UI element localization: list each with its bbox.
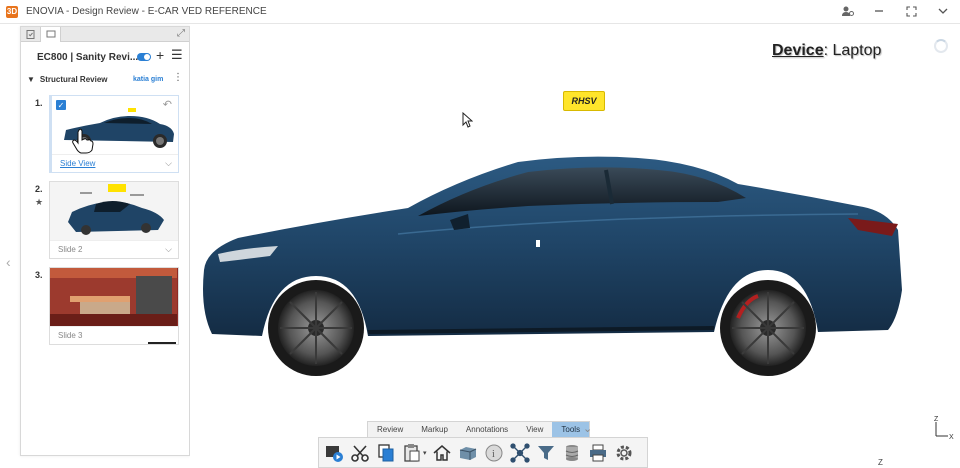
slide-footer: Slide 2 ⌵ <box>50 240 178 258</box>
fullscreen-icon[interactable] <box>904 4 918 18</box>
copy-icon[interactable] <box>375 442 397 464</box>
svg-text:X: X <box>949 434 954 441</box>
slide-number: 1. <box>35 98 43 108</box>
slide-card[interactable]: Slide 2 ⌵ <box>49 181 179 259</box>
chevron-down-icon[interactable] <box>936 4 950 18</box>
slide-number: 3. <box>35 270 43 280</box>
chevron-down-icon[interactable]: ⌵ <box>165 244 172 255</box>
mouse-pointer-icon <box>462 112 473 128</box>
hand-cursor-icon <box>72 128 94 154</box>
window-controls <box>840 4 950 18</box>
database-icon[interactable] <box>561 442 583 464</box>
car-thumbnail-side <box>64 116 174 148</box>
slides-panel: ⤢ EC800 | Sanity Revi... + ☰ ▼ Structura… <box>20 26 190 456</box>
car-model-3d[interactable] <box>198 150 908 390</box>
gear-icon[interactable] <box>613 442 635 464</box>
action-bar-tabs: Review Markup Annotations View Tools <box>367 421 591 437</box>
tab-slides[interactable] <box>41 26 61 42</box>
tab-markup[interactable]: Markup <box>412 422 457 437</box>
hamburger-menu-icon[interactable]: ☰ <box>171 47 183 63</box>
slide-footer: Slide 3 <box>50 326 178 344</box>
tab-annotations[interactable]: Annotations <box>457 422 517 437</box>
slide-label[interactable]: Side View <box>60 159 95 168</box>
home-icon[interactable] <box>431 442 453 464</box>
device-label: Device: Laptop <box>772 42 882 59</box>
tab-review-list[interactable] <box>21 26 41 42</box>
slide-thumbnail[interactable] <box>50 182 178 240</box>
collapse-actionbar-icon[interactable]: ⌄ <box>583 422 592 435</box>
paste-icon[interactable] <box>401 442 423 464</box>
info-icon[interactable]: i <box>483 442 505 464</box>
render-icon[interactable] <box>323 442 345 464</box>
corner-mark: Z <box>878 458 883 467</box>
tab-view[interactable]: View <box>517 422 552 437</box>
annotation-tag[interactable]: RHSV <box>563 91 605 111</box>
3d-viewport[interactable]: Device: Laptop RHSV Z X <box>190 24 960 468</box>
review-owner-link[interactable]: katia gim <box>133 76 163 83</box>
axis-triad-icon: Z X <box>934 416 954 441</box>
print-icon[interactable] <box>587 442 609 464</box>
scroll-indicator[interactable] <box>148 342 176 344</box>
slide-thumbnail[interactable]: ✓ ↶ <box>52 96 178 154</box>
panel-tabs: ⤢ <box>21 26 189 42</box>
title-bar: 3D ENOVIA - Design Review - E-CAR VED RE… <box>0 0 960 24</box>
network-icon[interactable] <box>509 442 531 464</box>
slide-label[interactable]: Slide 2 <box>58 245 82 254</box>
review-session-title: EC800 | Sanity Revi... <box>37 51 139 63</box>
slide-card-active[interactable]: ✓ ↶ Side View ⌵ <box>49 95 179 173</box>
panel-header: EC800 | Sanity Revi... + ☰ <box>21 44 189 70</box>
add-slide-icon[interactable]: + <box>156 47 164 63</box>
svg-text:i: i <box>492 449 495 460</box>
filter-icon[interactable] <box>535 442 557 464</box>
expand-panel-icon[interactable]: ⤢ <box>177 28 185 39</box>
slide-number: 2. <box>35 184 43 194</box>
slide-card[interactable]: Slide 3 <box>49 267 179 345</box>
user-settings-icon[interactable] <box>840 4 854 18</box>
cube-icon[interactable] <box>457 442 479 464</box>
slide-thumbnail[interactable] <box>50 268 178 326</box>
car-thumbnail-iso <box>68 201 164 235</box>
slide-label[interactable]: Slide 3 <box>58 331 82 340</box>
tab-review[interactable]: Review <box>368 422 412 437</box>
svg-text:Z: Z <box>934 416 939 423</box>
collapse-left-icon[interactable]: ‹ <box>6 254 11 270</box>
review-group-header[interactable]: ▼ Structural Review katia gim ⋮ <box>21 70 189 88</box>
more-options-icon[interactable]: ⋮ <box>173 72 183 83</box>
minimize-icon[interactable] <box>872 4 886 18</box>
slide-footer: Side View ⌵ <box>52 154 178 172</box>
loading-spinner-icon <box>934 39 948 53</box>
collapse-triangle-icon[interactable]: ▼ <box>27 75 35 84</box>
review-name: Structural Review <box>39 74 108 84</box>
structure-thumbnail <box>50 268 177 326</box>
pointer-marker <box>536 240 540 247</box>
left-collapse-strip: ‹ <box>0 24 20 468</box>
app-logo-icon: 3D <box>6 5 18 18</box>
session-toggle[interactable] <box>137 53 151 61</box>
window-title: ENOVIA - Design Review - E-CAR VED REFER… <box>26 6 267 17</box>
chevron-down-icon[interactable]: ⌵ <box>165 158 172 169</box>
star-icon[interactable]: ★ <box>35 197 43 208</box>
cut-icon[interactable] <box>349 442 371 464</box>
tools-toolbar: ▾ i <box>318 437 648 468</box>
paste-dropdown-icon[interactable]: ▾ <box>423 449 427 457</box>
